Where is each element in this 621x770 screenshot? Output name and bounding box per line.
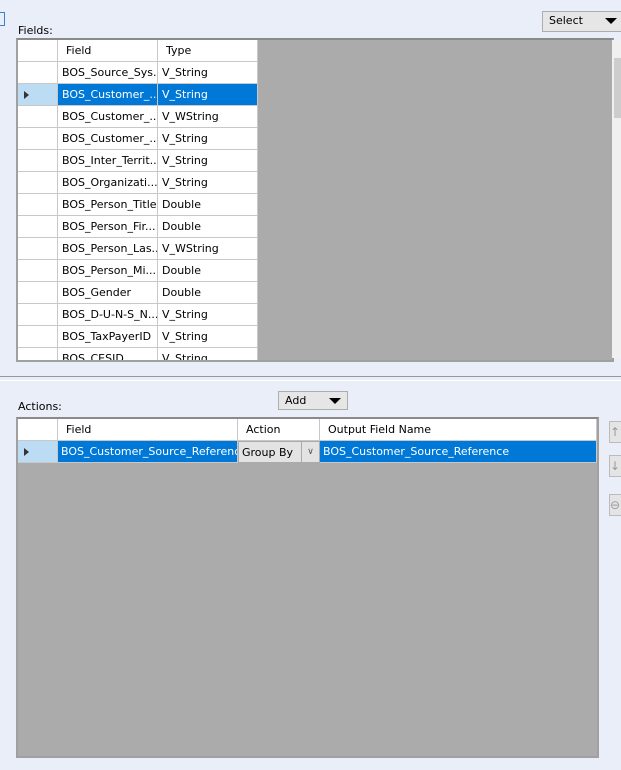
table-row[interactable]: BOS_Source_Sys... V_String: [18, 62, 258, 84]
add-label: Add: [285, 394, 307, 407]
field-type[interactable]: V_WString: [158, 238, 258, 260]
field-name[interactable]: BOS_CESID: [58, 348, 158, 360]
row-header[interactable]: [18, 441, 58, 463]
dropdown-arrow-icon: [329, 398, 341, 404]
field-name[interactable]: BOS_Person_Las...: [58, 238, 158, 260]
select-label: Select: [549, 14, 583, 27]
table-row[interactable]: BOS_D-U-N-S_N... V_String: [18, 304, 258, 326]
field-name[interactable]: BOS_Organizati...: [58, 172, 158, 194]
table-row[interactable]: BOS_Person_Fir... Double: [18, 216, 258, 238]
select-dropdown[interactable]: Select: [542, 11, 621, 32]
table-row[interactable]: BOS_Customer_... V_String: [18, 84, 258, 106]
field-type[interactable]: V_String: [158, 348, 258, 360]
action-value: Group By: [242, 446, 294, 459]
field-type[interactable]: V_String: [158, 304, 258, 326]
row-header[interactable]: [18, 282, 58, 304]
col-header-field[interactable]: Field: [58, 419, 238, 441]
col-header-output[interactable]: Output Field Name: [320, 419, 597, 441]
row-header[interactable]: [18, 216, 58, 238]
row-header[interactable]: [18, 194, 58, 216]
row-header[interactable]: [18, 348, 58, 360]
field-type[interactable]: V_String: [158, 84, 258, 106]
field-type[interactable]: Double: [158, 282, 258, 304]
table-row[interactable]: BOS_Person_Las... V_WString: [18, 238, 258, 260]
field-name[interactable]: BOS_D-U-N-S_N...: [58, 304, 158, 326]
row-header-corner: [18, 419, 58, 441]
move-down-button[interactable]: ↓: [609, 455, 621, 477]
table-row[interactable]: BOS_Person_Title Double: [18, 194, 258, 216]
field-type[interactable]: Double: [158, 216, 258, 238]
row-header[interactable]: [18, 106, 58, 128]
remove-button[interactable]: ⊖: [609, 494, 621, 516]
field-name[interactable]: BOS_Person_Mi...: [58, 260, 158, 282]
table-row[interactable]: BOS_Customer_... V_String: [18, 128, 258, 150]
field-name[interactable]: BOS_Customer_...: [58, 84, 158, 106]
scrollbar-thumb[interactable]: [614, 58, 621, 118]
fields-scrollbar[interactable]: [612, 40, 621, 358]
row-header[interactable]: [18, 150, 58, 172]
row-header[interactable]: [18, 172, 58, 194]
field-type[interactable]: V_String: [158, 150, 258, 172]
field-name[interactable]: BOS_Source_Sys...: [58, 62, 158, 84]
action-select[interactable]: Group By ∨: [238, 441, 320, 463]
chevron-down-icon[interactable]: ∨: [301, 442, 319, 462]
row-header[interactable]: [18, 326, 58, 348]
field-name[interactable]: BOS_Customer_...: [58, 106, 158, 128]
row-header[interactable]: [18, 62, 58, 84]
table-row[interactable]: BOS_Person_Mi... Double: [18, 260, 258, 282]
row-header[interactable]: [18, 84, 58, 106]
field-type[interactable]: V_String: [158, 62, 258, 84]
fields-label: Fields:: [18, 24, 53, 37]
col-header-field[interactable]: Field: [58, 40, 158, 62]
row-header[interactable]: [18, 260, 58, 282]
row-header[interactable]: [18, 304, 58, 326]
table-row[interactable]: BOS_Gender Double: [18, 282, 258, 304]
current-row-icon: [24, 448, 29, 456]
field-name[interactable]: BOS_Person_Fir...: [58, 216, 158, 238]
move-up-button[interactable]: ↑: [609, 421, 621, 443]
table-row[interactable]: BOS_Inter_Territ... V_String: [18, 150, 258, 172]
table-row[interactable]: BOS_TaxPayerID V_String: [18, 326, 258, 348]
field-type[interactable]: Double: [158, 194, 258, 216]
current-row-icon: [24, 91, 29, 99]
field-type[interactable]: Double: [158, 260, 258, 282]
field-type[interactable]: V_WString: [158, 106, 258, 128]
field-type[interactable]: V_String: [158, 172, 258, 194]
row-header[interactable]: [18, 128, 58, 150]
output-field-name[interactable]: BOS_Customer_Source_Reference: [320, 441, 597, 463]
left-edge-icon[interactable]: [0, 12, 5, 26]
table-row[interactable]: BOS_Customer_Source_Reference Group By ∨ …: [18, 441, 597, 463]
table-row[interactable]: BOS_CESID V_String: [18, 348, 258, 360]
add-dropdown[interactable]: Add: [278, 391, 348, 410]
splitter[interactable]: [0, 376, 621, 381]
actions-label: Actions:: [18, 400, 62, 413]
row-header-corner: [18, 40, 58, 62]
table-row[interactable]: BOS_Customer_... V_WString: [18, 106, 258, 128]
actions-grid[interactable]: Field Action Output Field Name BOS_Custo…: [16, 417, 599, 758]
col-header-action[interactable]: Action: [238, 419, 320, 441]
fields-grid[interactable]: Field Type BOS_Source_Sys... V_String BOS_Cu…: [16, 38, 614, 362]
field-name[interactable]: BOS_Person_Title: [58, 194, 158, 216]
field-name[interactable]: BOS_Customer_...: [58, 128, 158, 150]
field-type[interactable]: V_String: [158, 326, 258, 348]
field-type[interactable]: V_String: [158, 128, 258, 150]
action-field[interactable]: BOS_Customer_Source_Reference: [58, 441, 238, 463]
field-name[interactable]: BOS_Gender: [58, 282, 158, 304]
table-row[interactable]: BOS_Organizati... V_String: [18, 172, 258, 194]
dropdown-arrow-icon: [605, 18, 617, 24]
field-name[interactable]: BOS_TaxPayerID: [58, 326, 158, 348]
field-name[interactable]: BOS_Inter_Territ...: [58, 150, 158, 172]
row-header[interactable]: [18, 238, 58, 260]
col-header-type[interactable]: Type: [158, 40, 258, 62]
